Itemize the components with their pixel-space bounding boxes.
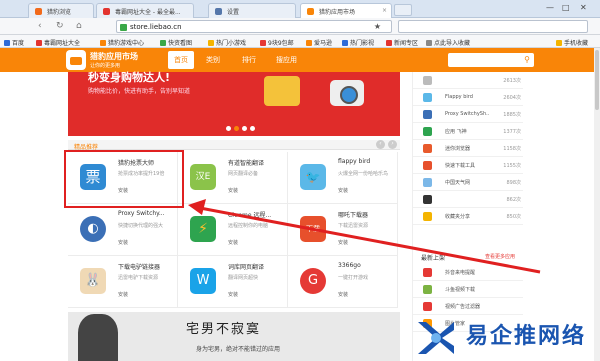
watermark-logo-icon bbox=[418, 322, 454, 354]
annotation-arrow bbox=[188, 199, 541, 274]
watermark: 易企推网络 bbox=[404, 312, 600, 361]
watermark-text: 易企推网络 bbox=[466, 324, 587, 349]
